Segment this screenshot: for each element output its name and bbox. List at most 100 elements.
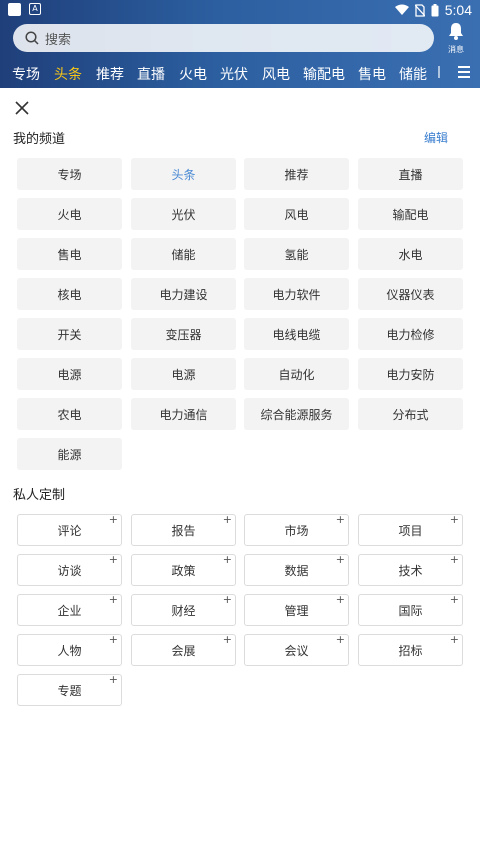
custom-channel-chip[interactable]: 会展 +: [131, 633, 236, 666]
search-icon: [25, 31, 39, 45]
tab-chuneng[interactable]: 储能: [399, 64, 427, 84]
my-channel-chip[interactable]: 电力建设: [131, 278, 236, 310]
edit-button[interactable]: 编辑: [424, 129, 448, 146]
add-icon: +: [335, 593, 345, 606]
my-channel-chip[interactable]: 变压器: [131, 318, 236, 350]
my-channel-chip[interactable]: 综合能源服务: [244, 398, 349, 430]
my-channel-chip[interactable]: 能源: [17, 438, 122, 470]
custom-channel-label: 项目: [398, 523, 423, 538]
custom-channel-chip[interactable]: 专题 +: [17, 673, 122, 706]
my-channel-chip[interactable]: 电源: [17, 358, 122, 390]
my-channel-chip[interactable]: 农电: [17, 398, 122, 430]
my-channel-chip[interactable]: 电线电缆: [244, 318, 349, 350]
my-channel-chip[interactable]: 电源: [131, 358, 236, 390]
add-icon: +: [449, 633, 459, 646]
custom-channel-label: 招标: [398, 643, 423, 658]
my-channel-chip[interactable]: 专场: [17, 158, 122, 190]
message-button[interactable]: 消息: [444, 22, 468, 54]
my-channel-chip[interactable]: 电力安防: [358, 358, 463, 390]
my-channels-title: 我的频道: [13, 132, 66, 147]
custom-channel-label: 政策: [171, 563, 196, 578]
custom-channel-chip[interactable]: 企业 +: [17, 593, 122, 626]
app-notification-icon: A: [29, 3, 41, 15]
channel-editor-sheet: 我的频道 编辑 专场 头条 推荐 直播 火电 光伏 风电 输配电 售电 储能 氢能 水电 核电 电力建设电…: [0, 88, 480, 854]
custom-channel-chip[interactable]: 访谈 +: [17, 553, 122, 586]
custom-channel-chip[interactable]: 评论 +: [17, 513, 122, 546]
add-icon: +: [222, 513, 232, 526]
my-channel-chip[interactable]: 电力软件: [244, 278, 349, 310]
add-icon: +: [222, 593, 232, 606]
custom-channel-chip[interactable]: 市场 +: [244, 513, 349, 546]
my-channel-chip[interactable]: 仪器仪表: [358, 278, 463, 310]
no-sim-icon: [414, 3, 425, 17]
tab-fengdian[interactable]: 风电: [262, 64, 290, 84]
tab-zhuanchang[interactable]: 专场: [12, 64, 40, 84]
my-channel-chip[interactable]: 开关: [17, 318, 122, 350]
custom-channel-label: 访谈: [57, 563, 82, 578]
add-icon: +: [108, 633, 118, 646]
custom-channel-chip[interactable]: 人物 +: [17, 633, 122, 666]
my-channel-chip[interactable]: 风电: [244, 198, 349, 230]
my-channel-chip[interactable]: 输配电: [358, 198, 463, 230]
app-header: A 5:04 搜索 消息 专场 头条 推荐 直播 火电 光伏 风电 输配电 售电…: [0, 0, 480, 88]
my-channel-chip[interactable]: 电力通信: [131, 398, 236, 430]
custom-channel-chip[interactable]: 项目 +: [358, 513, 463, 546]
my-channel-chip[interactable]: 水电: [358, 238, 463, 270]
custom-channel-label: 财经: [171, 603, 196, 618]
tab-shoudian[interactable]: 售电: [358, 64, 386, 84]
custom-channel-chip[interactable]: 财经 +: [131, 593, 236, 626]
my-channel-chip[interactable]: 售电: [17, 238, 122, 270]
custom-channel-label: 专题: [57, 683, 82, 698]
search-placeholder: 搜索: [45, 32, 72, 48]
add-icon: +: [335, 633, 345, 646]
custom-title: 私人定制: [13, 488, 66, 503]
add-icon: +: [108, 553, 118, 566]
custom-channel-label: 技术: [398, 563, 423, 578]
my-channel-chip[interactable]: 推荐: [244, 158, 349, 190]
message-label: 消息: [448, 45, 464, 54]
my-channel-chip[interactable]: 自动化: [244, 358, 349, 390]
custom-channel-chip[interactable]: 政策 +: [131, 553, 236, 586]
status-bar: A 5:04: [0, 0, 480, 20]
close-icon[interactable]: [14, 100, 30, 116]
search-input[interactable]: 搜索: [13, 24, 434, 52]
add-icon: +: [108, 513, 118, 526]
tab-zhibo[interactable]: 直播: [137, 64, 165, 84]
custom-channel-chip[interactable]: 国际 +: [358, 593, 463, 626]
custom-channel-label: 企业: [57, 603, 82, 618]
my-channel-chip[interactable]: 火电: [17, 198, 122, 230]
my-channel-chip[interactable]: 氢能: [244, 238, 349, 270]
my-channel-chip[interactable]: 储能: [131, 238, 236, 270]
notification-icon: [8, 3, 21, 16]
add-icon: +: [449, 513, 459, 526]
custom-channel-chip[interactable]: 技术 +: [358, 553, 463, 586]
custom-channel-chip[interactable]: 招标 +: [358, 633, 463, 666]
tab-guangfu[interactable]: 光伏: [220, 64, 248, 84]
custom-channel-label: 管理: [284, 603, 309, 618]
custom-channel-chip[interactable]: 管理 +: [244, 593, 349, 626]
add-icon: +: [222, 633, 232, 646]
tab-divider: [438, 66, 440, 78]
add-icon: +: [108, 593, 118, 606]
add-icon: +: [449, 553, 459, 566]
my-channel-chip[interactable]: 直播: [358, 158, 463, 190]
wifi-icon: [394, 4, 409, 15]
tab-tuijian[interactable]: 推荐: [96, 64, 124, 84]
custom-channel-chip[interactable]: 数据 +: [244, 553, 349, 586]
custom-channel-chip[interactable]: 会议 +: [244, 633, 349, 666]
bell-icon: [449, 23, 463, 40]
my-channel-chip[interactable]: 头条: [131, 158, 236, 190]
custom-channel-chip[interactable]: 报告 +: [131, 513, 236, 546]
tab-huodian[interactable]: 火电: [179, 64, 207, 84]
my-channel-chip[interactable]: 电力检修: [358, 318, 463, 350]
custom-channel-label: 会议: [284, 643, 309, 658]
tab-shupeidian[interactable]: 输配电: [303, 64, 345, 84]
add-icon: +: [335, 513, 345, 526]
add-icon: +: [335, 553, 345, 566]
my-channel-chip[interactable]: 核电: [17, 278, 122, 310]
tab-toutiao[interactable]: 头条: [54, 64, 82, 84]
custom-channel-label: 报告: [171, 523, 196, 538]
my-channel-chip[interactable]: 光伏: [131, 198, 236, 230]
my-channel-chip[interactable]: 分布式: [358, 398, 463, 430]
menu-icon[interactable]: [458, 66, 470, 78]
